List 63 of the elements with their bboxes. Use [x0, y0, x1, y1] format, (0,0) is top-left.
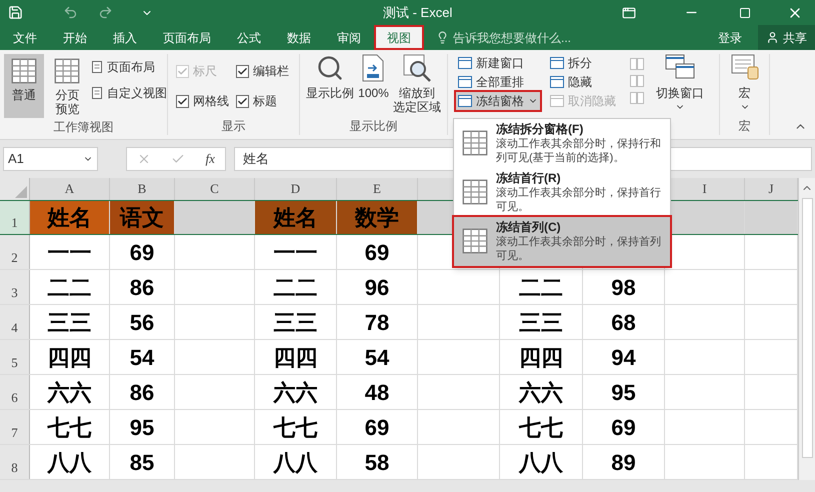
cell-text: 89 [611, 448, 636, 476]
cell-text: 三三 [519, 308, 563, 336]
cell-text: 86 [130, 274, 154, 302]
cell-text: 八八 [48, 448, 92, 476]
cell-text: 54 [364, 344, 390, 372]
button-label-line: 显示比例 [306, 86, 354, 100]
button-label-line: 缩放到 [398, 86, 435, 100]
cell-text: 48 [364, 378, 390, 406]
checkbox-label: 编辑栏 [253, 63, 289, 80]
checkbox-label: 标题 [253, 93, 277, 110]
group-label: 工作簿视图 [52, 119, 114, 136]
cell-text: 69 [130, 238, 154, 266]
cell-text: 一一 [48, 238, 92, 266]
cell-text: 二二 [519, 274, 563, 302]
group-label: 宏 [738, 118, 752, 135]
menu-item-description: 滚动工作表其余部分时，保持首列可见。 [496, 235, 662, 263]
window-title: 测试 - Excel [383, 4, 452, 22]
cell-text: 78 [364, 308, 390, 336]
cell-text: 二二 [274, 274, 318, 302]
cell-text: 一一 [274, 238, 318, 266]
menu-item-title: 冻结首列(C) [496, 220, 562, 235]
cell-text: 95 [130, 414, 154, 442]
group-label: 显示 [220, 118, 246, 135]
cell-text: 四四 [48, 344, 92, 372]
button-label-line: 选定区域 [392, 100, 441, 114]
cell-text: 六六 [519, 378, 563, 406]
cell-text: 95 [611, 378, 636, 406]
group-label: 显示比例 [348, 118, 398, 135]
cell-text: 四四 [519, 344, 563, 372]
cell-text: 四四 [274, 344, 318, 372]
cell-text: 85 [130, 448, 154, 476]
cell-text: 58 [364, 448, 390, 476]
cell-text: 94 [611, 344, 636, 372]
cell-text: 七七 [519, 414, 563, 442]
cell-text: 69 [611, 414, 636, 442]
menu-item-description: 滚动工作表其余部分时，保持首行可见。 [496, 186, 662, 214]
cell-text: 98 [611, 274, 636, 302]
cell-text: 三三 [48, 308, 92, 336]
cell-text: 七七 [274, 414, 318, 442]
cell-text: 数学 [355, 204, 399, 232]
cell-text: 八八 [274, 448, 318, 476]
cell-text: 54 [130, 344, 154, 372]
button-label-line: 100% [358, 86, 389, 100]
cell-text: 96 [364, 274, 390, 302]
cell-text: 86 [130, 378, 154, 406]
cell-text: 69 [364, 238, 390, 266]
cell-text: 语文 [120, 204, 164, 232]
cell-text: 姓名 [48, 204, 92, 232]
checkbox-label: 网格线 [193, 93, 229, 110]
cell-text: 56 [130, 308, 154, 336]
menu-item-title: 冻结首行(R) [496, 171, 562, 186]
cell-text: 八八 [519, 448, 563, 476]
cell-text: 二二 [48, 274, 92, 302]
menu-item-title: 冻结拆分窗格(F) [496, 122, 584, 137]
menu-item-description: 滚动工作表其余部分时，保持行和列可见(基于当前的选择)。 [496, 137, 662, 165]
cell-text: 七七 [48, 414, 92, 442]
cell-text: 三三 [274, 308, 318, 336]
checkbox-label: 标尺 [193, 63, 217, 80]
cell-text: 68 [611, 308, 636, 336]
cell-text: 69 [364, 414, 390, 442]
cell-text: 姓名 [274, 204, 318, 232]
cell-text: 六六 [48, 378, 92, 406]
cell-text: 六六 [274, 378, 318, 406]
